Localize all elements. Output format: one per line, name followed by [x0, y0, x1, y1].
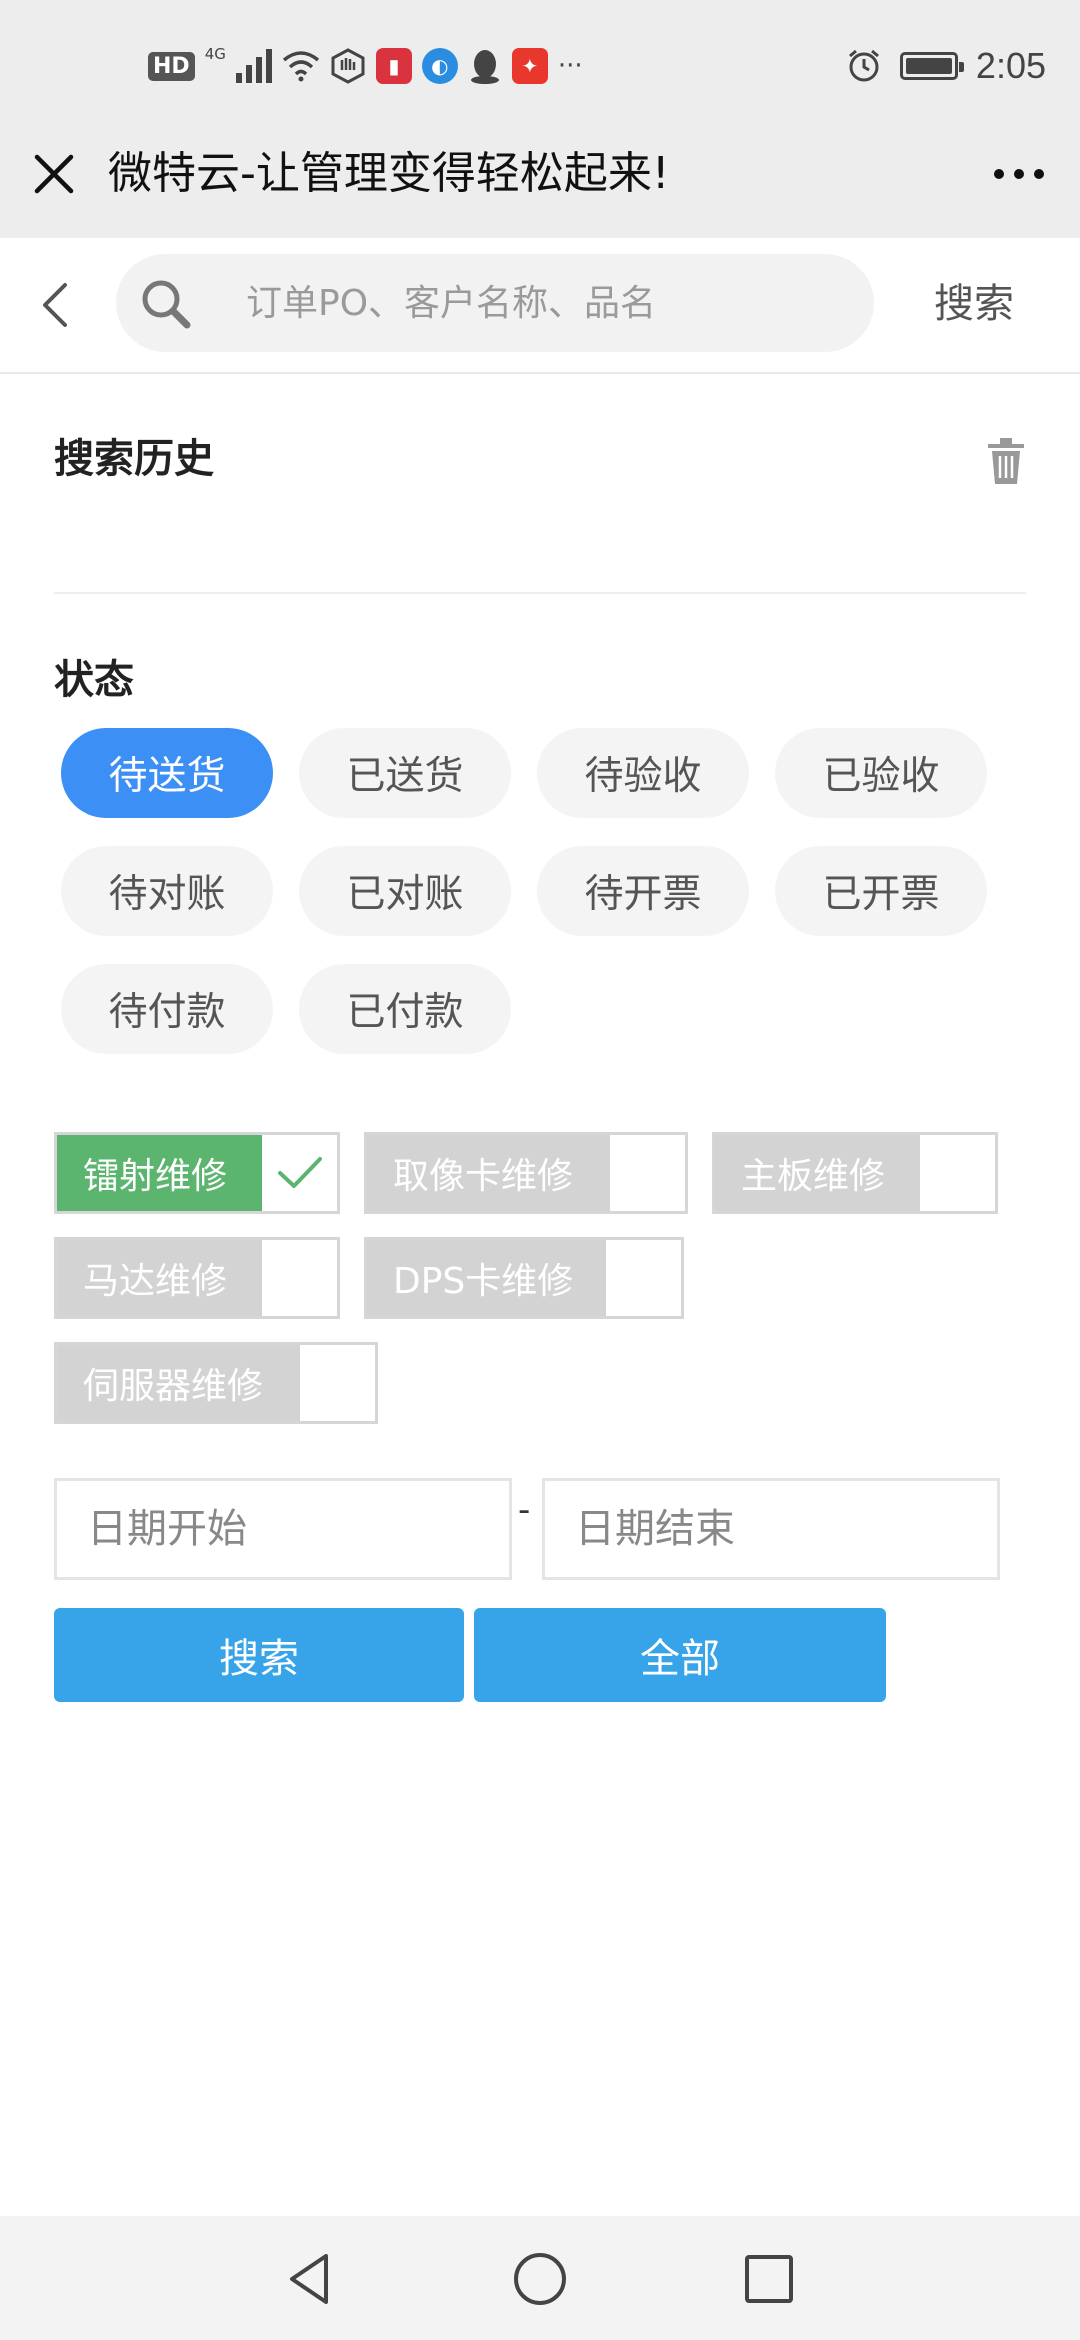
status-chip[interactable]: 已对账 [299, 846, 511, 936]
close-icon [34, 154, 74, 194]
vpn-icon [331, 48, 365, 84]
checkbox-box [920, 1135, 995, 1211]
status-chip[interactable]: 已付款 [299, 964, 511, 1054]
repair-checkbox[interactable]: 镭射维修 [54, 1132, 340, 1214]
repair-checkbox[interactable]: 马达维修 [54, 1237, 340, 1319]
status-bar: HD 4G ▮ ◐ ✦ ··· 2:05 [0, 0, 1080, 120]
search-submit-button[interactable]: 搜索 [54, 1608, 464, 1702]
game-app-icon: ✦ [511, 48, 548, 84]
status-chip[interactable]: 待开票 [537, 846, 749, 936]
qq-icon [470, 50, 499, 84]
status-chip-group: 待送货 已送货 待验收 已验收 待对账 已对账 待开票 已开票 待付款 已付款 [61, 728, 1021, 1054]
search-box [116, 254, 874, 352]
date-separator: - [518, 1490, 531, 1530]
more-notifications-icon: ··· [557, 51, 583, 81]
repair-checkbox-label: 伺服器维修 [57, 1345, 300, 1421]
nav-back-icon[interactable] [280, 2248, 342, 2310]
repair-checkbox-label: 马达维修 [57, 1240, 262, 1316]
checkmark-icon [277, 1157, 322, 1188]
search-input[interactable] [246, 272, 846, 334]
status-chip[interactable]: 已开票 [775, 846, 987, 936]
more-dots-icon [994, 169, 1044, 179]
webview-title-bar: 微特云-让管理变得轻松起来! [0, 120, 1080, 238]
date-end-input[interactable] [545, 1481, 997, 1577]
search-bar: 搜索 [0, 238, 1080, 374]
alarm-icon [848, 49, 879, 82]
search-icon [142, 280, 191, 329]
checkbox-box [606, 1240, 681, 1316]
browser-app-icon: ◐ [421, 48, 458, 84]
repair-checkbox-label: DPS卡维修 [367, 1240, 606, 1316]
checkbox-box [300, 1345, 375, 1421]
repair-checkbox[interactable]: 取像卡维修 [364, 1132, 688, 1214]
status-chip[interactable]: 已送货 [299, 728, 511, 818]
status-chip[interactable]: 待送货 [61, 728, 273, 818]
checkbox-box [610, 1135, 685, 1211]
nav-recents-icon[interactable] [738, 2248, 800, 2310]
search-button[interactable]: 搜索 [934, 274, 1014, 334]
book-app-icon: ▮ [375, 48, 412, 84]
wifi-icon [282, 51, 319, 82]
trash-icon[interactable] [986, 436, 1026, 486]
repair-checkbox[interactable]: DPS卡维修 [364, 1237, 684, 1319]
close-button[interactable] [26, 146, 82, 202]
page-title: 微特云-让管理变得轻松起来! [108, 148, 670, 199]
battery-icon [899, 52, 964, 80]
status-chip[interactable]: 待验收 [537, 728, 749, 818]
signal-icon [235, 49, 272, 83]
repair-checkbox[interactable]: 伺服器维修 [54, 1342, 378, 1424]
search-history-section: 搜索历史 [54, 404, 1026, 594]
date-start-field [54, 1478, 512, 1580]
checkbox-box [262, 1240, 337, 1316]
show-all-button[interactable]: 全部 [474, 1608, 886, 1702]
status-left: HD 4G ▮ ◐ ✦ ··· [148, 45, 583, 86]
nav-home-icon[interactable] [509, 2248, 571, 2310]
repair-checkbox-label: 取像卡维修 [367, 1135, 610, 1211]
date-end-field [542, 1478, 1000, 1580]
status-right: 2:05 [846, 42, 1046, 90]
status-chip[interactable]: 待付款 [61, 964, 273, 1054]
system-nav-bar [0, 2216, 1080, 2340]
network-type-label: 4G [204, 45, 226, 63]
repair-checkbox[interactable]: 主板维修 [712, 1132, 998, 1214]
clock-time: 2:05 [975, 45, 1046, 86]
checkbox-box [262, 1135, 337, 1211]
status-chip[interactable]: 已验收 [775, 728, 987, 818]
search-history-title: 搜索历史 [54, 436, 214, 482]
chevron-left-icon [43, 283, 67, 327]
status-chip[interactable]: 待对账 [61, 846, 273, 936]
status-section-title: 状态 [54, 657, 134, 703]
repair-checkbox-label: 镭射维修 [57, 1135, 262, 1211]
repair-checkbox-label: 主板维修 [715, 1135, 920, 1211]
date-start-input[interactable] [57, 1481, 509, 1577]
back-button[interactable] [24, 272, 84, 338]
hd-badge: HD [148, 51, 195, 81]
more-options-button[interactable] [984, 146, 1054, 202]
